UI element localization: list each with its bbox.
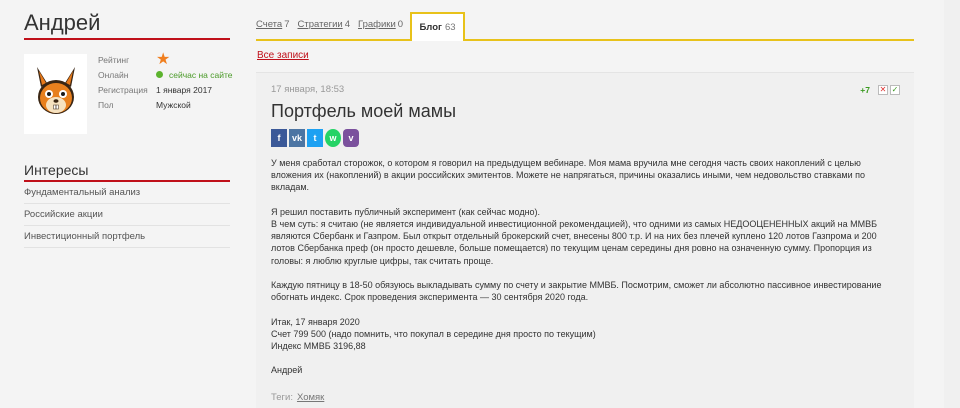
hamster-avatar-icon (36, 67, 75, 114)
interests-title: Интересы (24, 162, 89, 178)
gender-label: Пол (98, 99, 114, 110)
tab-blog[interactable]: Блог 63 (410, 12, 465, 41)
profile-divider (24, 38, 230, 40)
online-row: Онлайн сейчас на сайте (98, 67, 233, 82)
post-paragraph: Я решил поставить публичный эксперимент … (271, 206, 901, 267)
tags-label: Теги: (271, 392, 293, 403)
profile-tabs: Счета 7 Стратегии 4 Графики 0 (256, 12, 411, 40)
profile-info: Рейтинг ★ Онлайн сейчас на сайте Регистр… (98, 52, 233, 112)
post-line: Счет 799 500 (надо помнить, что покупал … (271, 328, 596, 339)
online-label: Онлайн (98, 69, 129, 80)
post-line: Каждую пятницу в 18-50 обязуюсь выкладыв… (271, 280, 882, 303)
post-line: В чем суть: я считаю (не является индиви… (271, 219, 878, 266)
post-date: 17 января, 18:53 (271, 84, 345, 95)
profile-name: Андрей (24, 10, 101, 35)
scrollbar[interactable] (944, 0, 960, 408)
post-paragraph: Итак, 17 января 2020 Счет 799 500 (надо п… (271, 316, 901, 353)
gender-row: Пол Мужской (98, 97, 233, 112)
interest-item[interactable]: Инвестиционный портфель (24, 226, 230, 248)
post-body: У меня сработал сторожок, о котором я го… (271, 157, 901, 389)
post-title: Портфель моей мамы (271, 101, 457, 121)
tab-accounts[interactable]: Счета 7 (256, 19, 290, 40)
blog-post: 17 января, 18:53 +7 ✕ ✓ Портфель моей ма… (256, 72, 914, 408)
post-tags: Теги: Хомяк (271, 392, 324, 403)
post-line: У меня сработал сторожок, о котором я го… (271, 158, 866, 193)
vote-count: +7 (860, 85, 870, 95)
tag-link[interactable]: Хомяк (297, 392, 324, 403)
avatar[interactable] (24, 54, 87, 134)
share-buttons: f vk t w v (271, 129, 361, 147)
post-paragraph: Каждую пятницу в 18-50 обязуюсь выкладыв… (271, 279, 901, 303)
rating-label: Рейтинг (98, 54, 130, 65)
all-posts-link[interactable]: Все записи (257, 50, 309, 61)
online-status-icon (156, 71, 163, 78)
vote-down-icon[interactable]: ✕ (878, 85, 888, 95)
post-line: Индекс ММВБ 3196,88 (271, 341, 366, 351)
post-paragraph: Андрей (271, 364, 901, 376)
registration-label: Регистрация (98, 84, 148, 95)
rating-row: Рейтинг ★ (98, 51, 233, 68)
vote-up-icon[interactable]: ✓ (890, 85, 900, 95)
whatsapp-icon[interactable]: w (325, 129, 341, 147)
viber-icon[interactable]: v (343, 129, 359, 147)
post-votes: +7 ✕ ✓ (860, 85, 900, 95)
gender-value: Мужской (156, 99, 191, 110)
registration-row: Регистрация 1 января 2017 (98, 82, 233, 97)
registration-value: 1 января 2017 (156, 84, 213, 95)
post-line: Андрей (271, 365, 303, 376)
interest-item[interactable]: Фундаментальный анализ (24, 182, 230, 204)
online-value: сейчас на сайте (169, 69, 233, 80)
post-line: Итак, 17 января 2020 (271, 316, 360, 327)
tabs-underline (256, 39, 914, 41)
star-icon: ★ (156, 51, 171, 68)
post-line: Я решил поставить публичный эксперимент … (271, 206, 541, 217)
page: Андрей Рейтинг ★ Онлайн сейчас на сайте (0, 0, 944, 408)
tab-charts[interactable]: Графики 0 (358, 19, 403, 40)
interest-item[interactable]: Российские акции (24, 204, 230, 226)
facebook-icon[interactable]: f (271, 129, 287, 147)
twitter-icon[interactable]: t (307, 129, 323, 147)
vk-icon[interactable]: vk (289, 129, 305, 147)
tab-strategies[interactable]: Стратегии 4 (298, 19, 350, 40)
post-paragraph: У меня сработал сторожок, о котором я го… (271, 157, 901, 194)
